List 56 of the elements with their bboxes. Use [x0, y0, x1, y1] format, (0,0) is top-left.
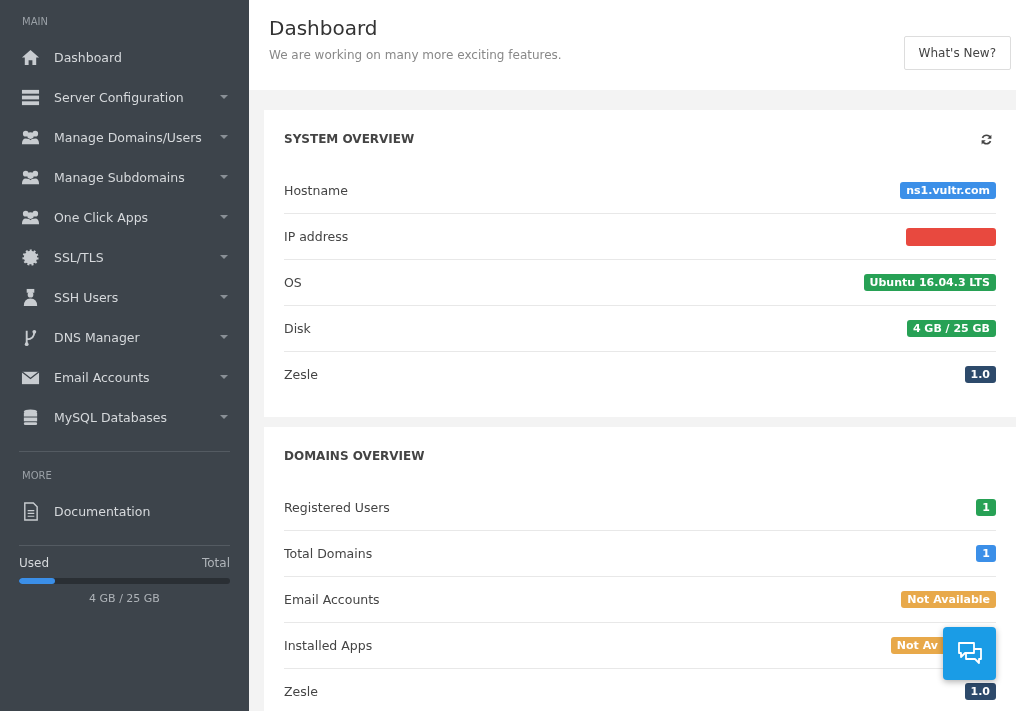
sidebar-item[interactable]: DNS Manager [19, 317, 230, 357]
page-subtitle: We are working on many more exciting features. [269, 48, 562, 62]
caret-icon [220, 254, 228, 260]
row-label: Zesle [284, 367, 318, 382]
row-label: IP address [284, 229, 349, 244]
total-label: Total [201, 556, 230, 570]
usage-reading: 4 GB / 25 GB [88, 592, 161, 605]
used-label: Used [19, 556, 50, 570]
refresh-icon[interactable] [980, 132, 993, 146]
row-label: Installed Apps [284, 638, 373, 653]
value-badge: Not Available [901, 591, 996, 608]
row-label: Zesle [284, 684, 318, 699]
sidebar-item[interactable]: MySQL Databases [19, 397, 230, 437]
user-icon [21, 287, 40, 307]
document-icon [21, 501, 40, 521]
database-icon [21, 407, 40, 427]
home-icon [21, 47, 40, 67]
row-label: Registered Users [284, 500, 390, 515]
section-heading: MAIN [22, 16, 49, 27]
value-badge: Ubuntu 16.04.3 LTS [863, 274, 996, 291]
sidebar-item[interactable]: Server Configuration [19, 77, 230, 117]
page-title: Dashboard [269, 16, 379, 40]
caret-icon [220, 294, 228, 300]
caret-icon [220, 94, 228, 100]
caret-icon [220, 374, 228, 380]
row-label: Disk [284, 321, 311, 336]
value-badge: 1.0 [964, 683, 996, 700]
caret-icon [220, 214, 228, 220]
sidebar-item[interactable]: Manage Subdomains [19, 157, 230, 197]
row-label: Hostname [284, 183, 348, 198]
row-label: OS [284, 275, 302, 290]
card-title: DOMAINS OVERVIEW [284, 449, 425, 463]
caret-icon [220, 334, 228, 340]
chat-button[interactable] [943, 627, 996, 680]
value-badge: 1 [976, 499, 996, 516]
server-icon [21, 87, 40, 107]
sidebar-item[interactable]: Manage Domains/Users [19, 117, 230, 157]
card-title: SYSTEM OVERVIEW [284, 132, 415, 146]
sidebar-item[interactable]: Email Accounts [19, 357, 230, 397]
sidebar-item[interactable]: Documentation [19, 491, 230, 531]
sidebar-item[interactable]: SSL/TLS [19, 237, 230, 277]
value-badge: 4 GB / 25 GB [906, 320, 996, 337]
whats-new-button[interactable]: What's New? [903, 36, 1011, 70]
row-label: Email Accounts [284, 592, 380, 607]
sidebar-item[interactable]: Dashboard [19, 37, 230, 77]
value-badge: 1.0 [964, 366, 996, 383]
sidebar-item[interactable]: SSH Users [19, 277, 230, 317]
gear-icon [21, 247, 40, 267]
section-heading: MORE [22, 470, 53, 481]
sidebar-item[interactable]: One Click Apps [19, 197, 230, 237]
row-label: Total Domains [284, 546, 373, 561]
caret-icon [220, 414, 228, 420]
caret-icon [220, 134, 228, 140]
caret-icon [220, 174, 228, 180]
value-badge: 1 [976, 545, 996, 562]
value-badge: ns1.vultr.com [900, 182, 996, 199]
